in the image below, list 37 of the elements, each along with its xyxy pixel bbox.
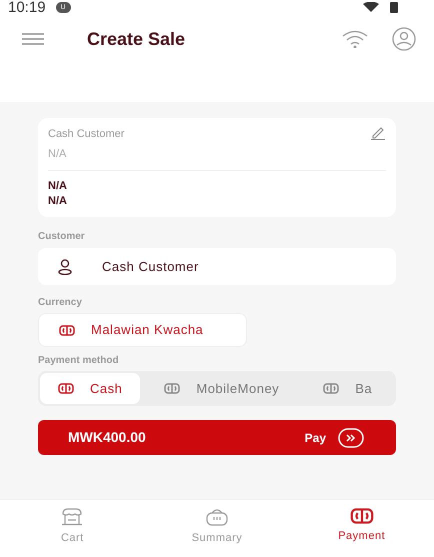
pay-button[interactable]: MWK400.00 Pay <box>38 420 396 455</box>
customer-subtitle: N/A <box>48 146 68 162</box>
currency-value: Malawian Kwacha <box>91 321 204 340</box>
customer-name: Cash Customer <box>48 127 124 142</box>
payment-method-tab[interactable]: MobileMoney <box>144 373 300 404</box>
cash-icon <box>350 508 374 524</box>
customer-value: Cash Customer <box>102 258 199 276</box>
page-title: Create Sale <box>87 28 186 50</box>
pay-label: Pay <box>304 430 326 446</box>
status-time: 10:19 <box>8 0 46 14</box>
basket-icon <box>206 508 228 526</box>
person-icon <box>58 258 72 274</box>
customer-detail: N/A <box>48 179 68 194</box>
payment-method-tab[interactable]: Cash <box>40 373 140 404</box>
wifi-icon[interactable] <box>342 30 368 48</box>
profile-icon[interactable] <box>392 27 416 51</box>
forward-icon <box>338 428 364 448</box>
cash-icon <box>58 383 74 394</box>
section-label: Currency <box>38 296 83 310</box>
customer-select[interactable]: Cash Customer <box>38 248 396 285</box>
cash-icon <box>164 383 180 394</box>
payment-method-tab[interactable]: Ba <box>303 373 372 404</box>
battery-icon <box>390 1 398 13</box>
wifi-status-icon <box>362 2 380 12</box>
cash-icon <box>59 324 75 336</box>
cash-icon <box>323 383 340 394</box>
customer-detail: N/A <box>48 194 68 209</box>
menu-icon[interactable] <box>22 33 44 45</box>
nav-tab[interactable]: Payment <box>289 500 434 557</box>
nav-tab[interactable]: Summary <box>144 500 290 557</box>
shop-icon <box>61 508 84 526</box>
section-label: Payment method <box>38 354 120 368</box>
nav-tab[interactable]: Cart <box>0 500 145 557</box>
currency-select[interactable]: Malawian Kwacha <box>38 313 247 347</box>
edit-icon[interactable] <box>370 126 386 140</box>
amount-text: MWK400.00 <box>68 428 146 447</box>
section-label: Customer <box>38 230 86 244</box>
